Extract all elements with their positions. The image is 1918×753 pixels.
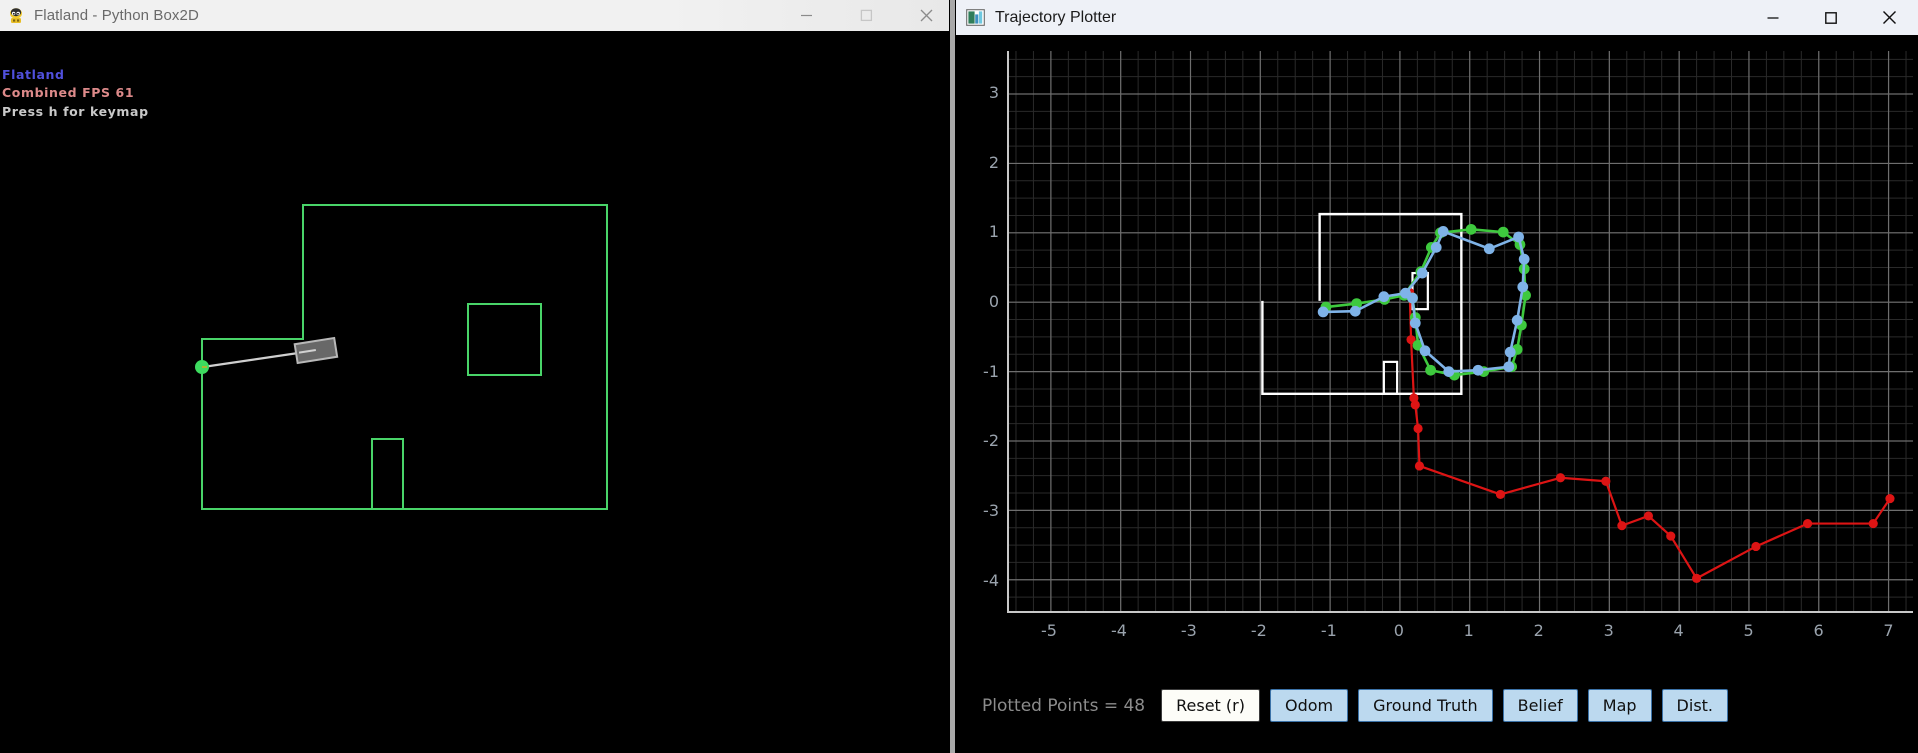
y-tick--2: -2 — [983, 431, 999, 451]
series-belief — [1317, 226, 1530, 377]
plotter-title-text: Trajectory Plotter — [995, 8, 1117, 26]
screen: Flatland - Python Box2D Flatland Combine… — [0, 0, 1918, 753]
flatland-minimize-button[interactable] — [776, 0, 836, 31]
x-tick-6: 6 — [1813, 621, 1824, 640]
plot-axes[interactable] — [1007, 51, 1913, 613]
x-tick-0: 0 — [1393, 621, 1404, 640]
x-tick-5: 5 — [1743, 621, 1754, 640]
toolbar-button-group: Reset (r) Odom Ground Truth Belief Map Dist. — [1161, 689, 1738, 722]
matplotlib-figure-icon — [966, 9, 985, 26]
y-tick--3: -3 — [983, 501, 999, 521]
plotter-maximize-button[interactable] — [1802, 0, 1860, 35]
x-tick-4: 4 — [1673, 621, 1684, 640]
x-tick--3: -3 — [1180, 621, 1197, 640]
y-tick--1: -1 — [983, 361, 999, 381]
trajectory-plot — [1261, 212, 1895, 583]
x-tick-3: 3 — [1603, 621, 1614, 640]
plotter-toolbar: Plotted Points = 48 Reset (r) Odom Ground … — [956, 658, 1918, 753]
series-ground-truth — [1320, 223, 1531, 381]
ground-truth-button[interactable]: Ground Truth — [1358, 689, 1493, 722]
x-tick-7: 7 — [1883, 621, 1894, 640]
x-tick--1: -1 — [1320, 621, 1337, 640]
y-tick-2: 2 — [988, 152, 999, 172]
plotted-points-status: Plotted Points = 48 — [982, 695, 1146, 716]
flatland-window: Flatland - Python Box2D Flatland Combine… — [0, 0, 956, 753]
reset-button[interactable]: Reset (r) — [1161, 689, 1260, 722]
flatland-title-text: Flatland - Python Box2D — [34, 7, 199, 24]
y-tick--4: -4 — [983, 570, 999, 590]
dist-button[interactable]: Dist. — [1661, 689, 1729, 722]
x-tick--2: -2 — [1250, 621, 1267, 640]
x-tick--5: -5 — [1040, 621, 1057, 640]
sim-room-outline — [201, 204, 608, 510]
y-tick-1: 1 — [988, 222, 999, 242]
sim-rect-obstacle — [371, 438, 404, 510]
sim-robot — [293, 336, 339, 365]
y-tick-3: 3 — [988, 83, 999, 103]
x-tick-1: 1 — [1463, 621, 1474, 640]
matplotlib-figure[interactable]: -4 -3 -2 -1 0 1 2 3 -5 -4 -3 -2 -1 0 1 2 3 4 5 6 7 — [956, 35, 1918, 753]
odom-button[interactable]: Odom — [1269, 689, 1349, 722]
map-rectangle-obstacle — [1382, 360, 1399, 395]
y-tick-0: 0 — [988, 292, 999, 312]
box2d-app-icon — [8, 7, 26, 25]
series-odom — [1405, 287, 1895, 583]
x-tick-2: 2 — [1533, 621, 1544, 640]
simulation-scene — [195, 204, 608, 510]
flatland-simulation-canvas[interactable]: Flatland Combined FPS 61 Press h for key… — [0, 31, 948, 753]
x-tick--4: -4 — [1110, 621, 1127, 640]
plotter-window-controls — [1744, 0, 1918, 35]
flatland-maximize-button[interactable] — [836, 0, 896, 31]
flatland-titlebar: Flatland - Python Box2D — [0, 0, 956, 31]
plotter-minimize-button[interactable] — [1744, 0, 1802, 35]
window-split-divider[interactable] — [949, 0, 956, 753]
sim-square-obstacle — [467, 303, 542, 376]
belief-button[interactable]: Belief — [1502, 689, 1578, 722]
trajectory-plotter-window: Trajectory Plotter -4 -3 -2 -1 0 1 2 3 -… — [956, 0, 1918, 753]
flatland-window-controls — [776, 0, 956, 31]
flatland-close-button[interactable] — [896, 0, 956, 31]
map-button[interactable]: Map — [1587, 689, 1652, 722]
plotter-titlebar: Trajectory Plotter — [956, 0, 1918, 35]
plot-area: -4 -3 -2 -1 0 1 2 3 -5 -4 -3 -2 -1 0 1 2 3 4 5 6 7 Plotted … — [956, 35, 1918, 753]
plotter-close-button[interactable] — [1860, 0, 1918, 35]
